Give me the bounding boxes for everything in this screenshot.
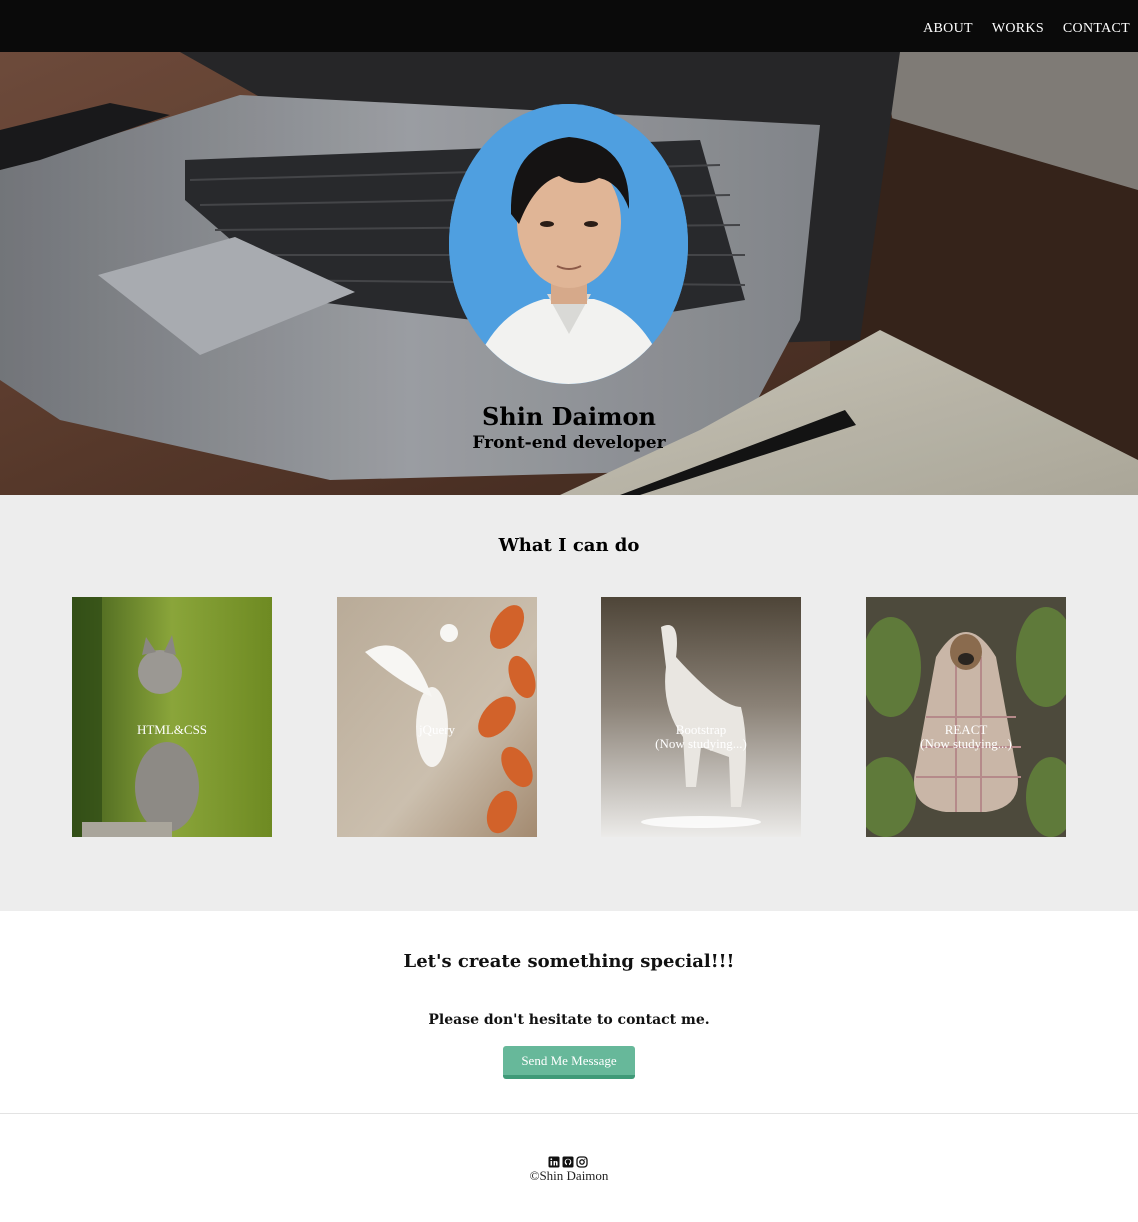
linkedin-icon[interactable]	[548, 1153, 560, 1168]
skill-card-caption: HTML&CSS	[72, 723, 272, 737]
pug-image	[866, 597, 1066, 837]
kitten-image	[72, 597, 272, 837]
github-icon[interactable]	[562, 1153, 574, 1168]
skill-card-html-css[interactable]: HTML&CSS	[72, 597, 272, 837]
nav-works-link[interactable]: WORKS	[992, 21, 1044, 36]
contact-heading: Let's create something special!!!	[403, 951, 735, 972]
send-message-button[interactable]: Send Me Message	[503, 1046, 635, 1079]
nav-about-link[interactable]: ABOUT	[923, 21, 973, 36]
social-icons	[548, 1153, 588, 1168]
profile-photo	[449, 104, 688, 384]
footer: ©Shin Daimon	[0, 1114, 1138, 1222]
skill-card-react[interactable]: REACT (Now studying...)	[866, 597, 1066, 837]
hero-section: Shin Daimon Front-end developer	[0, 52, 1138, 495]
contact-section: Let's create something special!!! Please…	[0, 911, 1138, 1113]
top-navbar: ABOUT WORKS CONTACT	[0, 0, 1138, 52]
skill-card-caption: REACT (Now studying...)	[866, 723, 1066, 751]
skill-card-subtitle: (Now studying...)	[655, 736, 747, 751]
skill-card-caption: jQuery	[337, 723, 537, 737]
hero-role: Front-end developer	[472, 433, 666, 453]
instagram-icon[interactable]	[576, 1153, 588, 1168]
skill-card-title: HTML&CSS	[136, 722, 208, 737]
dove-image	[337, 597, 537, 837]
skill-card-caption: Bootstrap (Now studying...)	[601, 723, 801, 751]
portrait-image	[449, 104, 688, 384]
skills-section: What I can do HTML&CSS jQuery Bootstrap …	[0, 495, 1138, 911]
skill-card-bootstrap[interactable]: Bootstrap (Now studying...)	[601, 597, 801, 837]
horse-image	[601, 597, 801, 837]
skills-heading: What I can do	[498, 535, 640, 556]
hero-name: Shin Daimon	[481, 402, 657, 431]
nav-contact-link[interactable]: CONTACT	[1063, 21, 1130, 36]
skill-card-title: Bootstrap	[675, 722, 727, 737]
skill-card-jquery[interactable]: jQuery	[337, 597, 537, 837]
nav-menu: ABOUT WORKS CONTACT	[923, 17, 1130, 37]
skill-card-title: REACT	[944, 722, 988, 737]
contact-text: Please don't hesitate to contact me.	[428, 1012, 710, 1028]
skill-card-title: jQuery	[418, 722, 456, 737]
copyright-text: ©Shin Daimon	[529, 1168, 609, 1183]
skill-card-subtitle: (Now studying...)	[920, 736, 1012, 751]
